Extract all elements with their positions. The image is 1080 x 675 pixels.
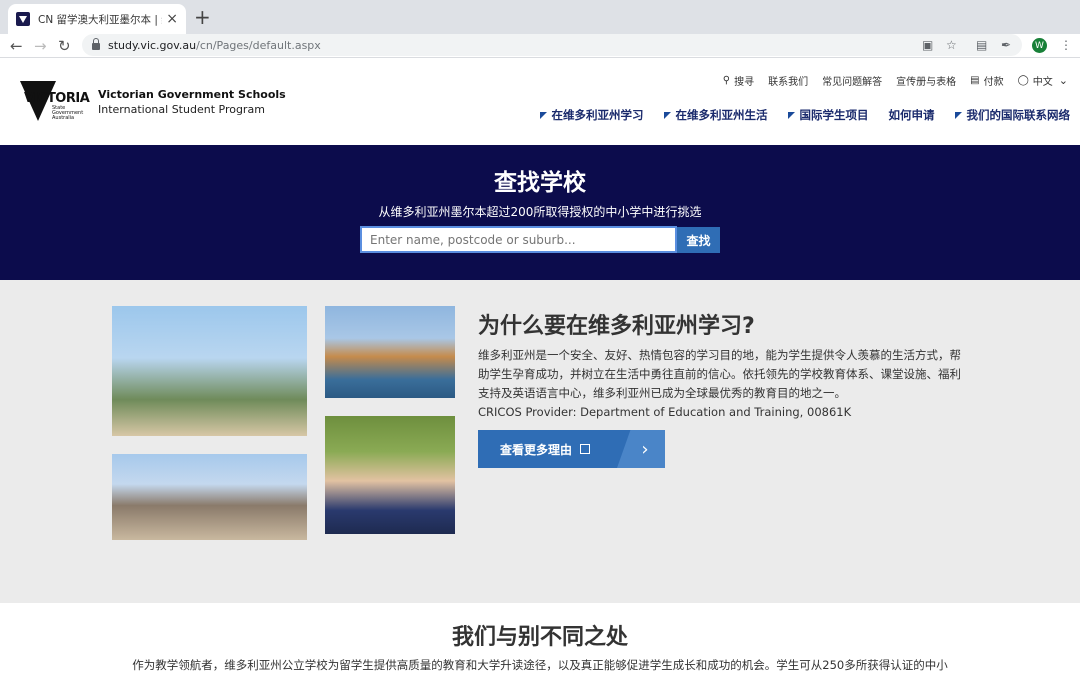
nav-apply-label: 如何申请 bbox=[888, 108, 935, 122]
cricos-provider: CRICOS Provider: Department of Education… bbox=[478, 405, 852, 419]
globe-icon: ◯ bbox=[1017, 75, 1029, 86]
search-icon: ⚲ bbox=[722, 75, 731, 86]
victoria-favicon-icon bbox=[16, 12, 30, 26]
school-search-button[interactable]: 查找 bbox=[677, 227, 720, 253]
nav-network-label: 我们的国际联系网络 bbox=[966, 108, 1071, 122]
nav-international-programs[interactable]: 国际学生项目 bbox=[787, 107, 869, 123]
nav-how-to-apply[interactable]: 如何申请 bbox=[889, 107, 935, 123]
browser-toolbar: ← → ↻ study.vic.gov.au/cn/Pages/default.… bbox=[0, 34, 1080, 58]
util-contact-label: 联系我们 bbox=[768, 77, 809, 88]
more-reasons-button[interactable]: 查看更多理由 › bbox=[478, 430, 665, 468]
new-tab-icon[interactable]: + bbox=[194, 7, 211, 27]
util-contact[interactable]: 联系我们 bbox=[768, 73, 808, 88]
util-brochures[interactable]: 宣传册与表格 bbox=[896, 73, 956, 88]
org-name-line1: Victorian Government Schools bbox=[98, 88, 286, 101]
why-title: 为什么要在维多利亚州学习? bbox=[478, 314, 755, 339]
tab-title: CN 留学澳大利亚墨尔本 | 维多利亚 bbox=[38, 13, 162, 26]
org-name-line2: International Student Program bbox=[98, 103, 265, 116]
students-city-photo bbox=[112, 306, 307, 436]
logo-subtext: State Government Australia bbox=[52, 105, 84, 121]
school-search-input[interactable] bbox=[370, 232, 660, 247]
lock-icon bbox=[92, 38, 100, 50]
more-reasons-label: 查看更多理由 bbox=[500, 442, 573, 457]
nav-study-label: 在维多利亚州学习 bbox=[551, 108, 644, 122]
nav-programs-label: 国际学生项目 bbox=[799, 108, 869, 122]
nav-flag-icon bbox=[663, 111, 671, 119]
federation-square-photo bbox=[112, 454, 307, 540]
hero-title: 查找学校 bbox=[494, 170, 586, 196]
address-bar[interactable]: study.vic.gov.au/cn/Pages/default.aspx bbox=[82, 34, 1022, 56]
menu-kebab-icon[interactable]: ⋮ bbox=[1060, 38, 1072, 52]
eyedropper-extension-icon[interactable]: ✒ bbox=[1001, 38, 1011, 52]
url-host: study.vic.gov.au bbox=[108, 38, 197, 52]
util-language-label: 中文 bbox=[1032, 77, 1053, 88]
profile-avatar[interactable]: W bbox=[1032, 38, 1047, 53]
nav-flag-icon bbox=[539, 111, 547, 119]
image-extension-icon[interactable]: ▤ bbox=[976, 38, 987, 52]
util-payment-label: 付款 bbox=[983, 77, 1004, 88]
bookmark-star-icon[interactable]: ☆ bbox=[946, 38, 957, 52]
back-icon[interactable]: ← bbox=[10, 36, 23, 56]
browser-tab[interactable]: CN 留学澳大利亚墨尔本 | 维多利亚 × bbox=[8, 4, 186, 34]
chevron-right-icon: › bbox=[617, 430, 665, 468]
card-icon: ▤ bbox=[970, 75, 980, 86]
url-path: /cn/Pages/default.aspx bbox=[196, 38, 321, 52]
org-name: Victorian Government Schools Internation… bbox=[98, 88, 286, 116]
logo-wordmark: VICTORIA bbox=[24, 91, 90, 106]
reload-icon[interactable]: ↻ bbox=[58, 36, 71, 56]
translate-icon[interactable]: ▣ bbox=[922, 38, 933, 52]
nav-live-in-victoria[interactable]: 在维多利亚州生活 bbox=[663, 107, 768, 123]
difference-section: 我们与别不同之处 作为教学领航者，维多利亚州公立学校为留学生提供高质量的教育和大… bbox=[0, 603, 1080, 675]
nav-study-in-victoria[interactable]: 在维多利亚州学习 bbox=[539, 107, 644, 123]
why-body: 维多利亚州是一个安全、友好、热情包容的学习目的地，能为学生提供令人羡慕的生活方式… bbox=[478, 348, 961, 400]
chevron-down-icon: ⌄ bbox=[1058, 74, 1068, 87]
util-faq-label: 常见问题解答 bbox=[822, 77, 883, 88]
main-nav: 在维多利亚州学习 在维多利亚州生活 国际学生项目 如何申请 我们的国际联系网络 bbox=[520, 107, 1071, 123]
util-brochures-label: 宣传册与表格 bbox=[896, 77, 957, 88]
external-link-icon bbox=[580, 444, 591, 454]
util-faq[interactable]: 常见问题解答 bbox=[822, 73, 882, 88]
site-logo[interactable]: VICTORIA State Government Australia Vict… bbox=[18, 81, 286, 123]
twelve-apostles-photo bbox=[325, 306, 455, 398]
browser-tabstrip: CN 留学澳大利亚墨尔本 | 维多利亚 × + bbox=[0, 0, 1080, 34]
nav-live-label: 在维多利亚州生活 bbox=[675, 108, 768, 122]
utility-nav: ⚲ 搜寻 联系我们 常见问题解答 宣传册与表格 ▤ 付款 ◯ 中文 ⌄ bbox=[709, 73, 1068, 88]
victoria-logo-mark: VICTORIA State Government Australia bbox=[18, 81, 90, 123]
nav-flag-icon bbox=[787, 111, 795, 119]
school-search-box bbox=[360, 226, 677, 253]
util-search-label: 搜寻 bbox=[734, 77, 755, 88]
find-school-hero: 查找学校 从维多利亚州墨尔本超过200所取得授权的中小学中进行挑选 查找 bbox=[0, 145, 1080, 280]
tab-close-icon[interactable]: × bbox=[166, 12, 178, 26]
difference-title: 我们与别不同之处 bbox=[451, 625, 628, 650]
util-payment[interactable]: ▤ 付款 bbox=[970, 73, 1003, 88]
util-search[interactable]: ⚲ 搜寻 bbox=[723, 73, 754, 88]
forward-icon[interactable]: → bbox=[34, 36, 47, 56]
site-header: VICTORIA State Government Australia Vict… bbox=[0, 59, 1080, 145]
difference-body: 作为教学领航者，维多利亚州公立学校为留学生提供高质量的教育和大学升读途径，以及真… bbox=[132, 658, 948, 672]
nav-flag-icon bbox=[954, 111, 962, 119]
students-group-photo bbox=[325, 416, 455, 534]
nav-international-network[interactable]: 我们的国际联系网络 bbox=[954, 107, 1071, 123]
hero-subtitle: 从维多利亚州墨尔本超过200所取得授权的中小学中进行挑选 bbox=[378, 205, 702, 219]
util-language[interactable]: ◯ 中文 ⌄ bbox=[1018, 73, 1068, 88]
why-study-section: 为什么要在维多利亚州学习? 维多利亚州是一个安全、友好、热情包容的学习目的地，能… bbox=[0, 280, 1080, 603]
